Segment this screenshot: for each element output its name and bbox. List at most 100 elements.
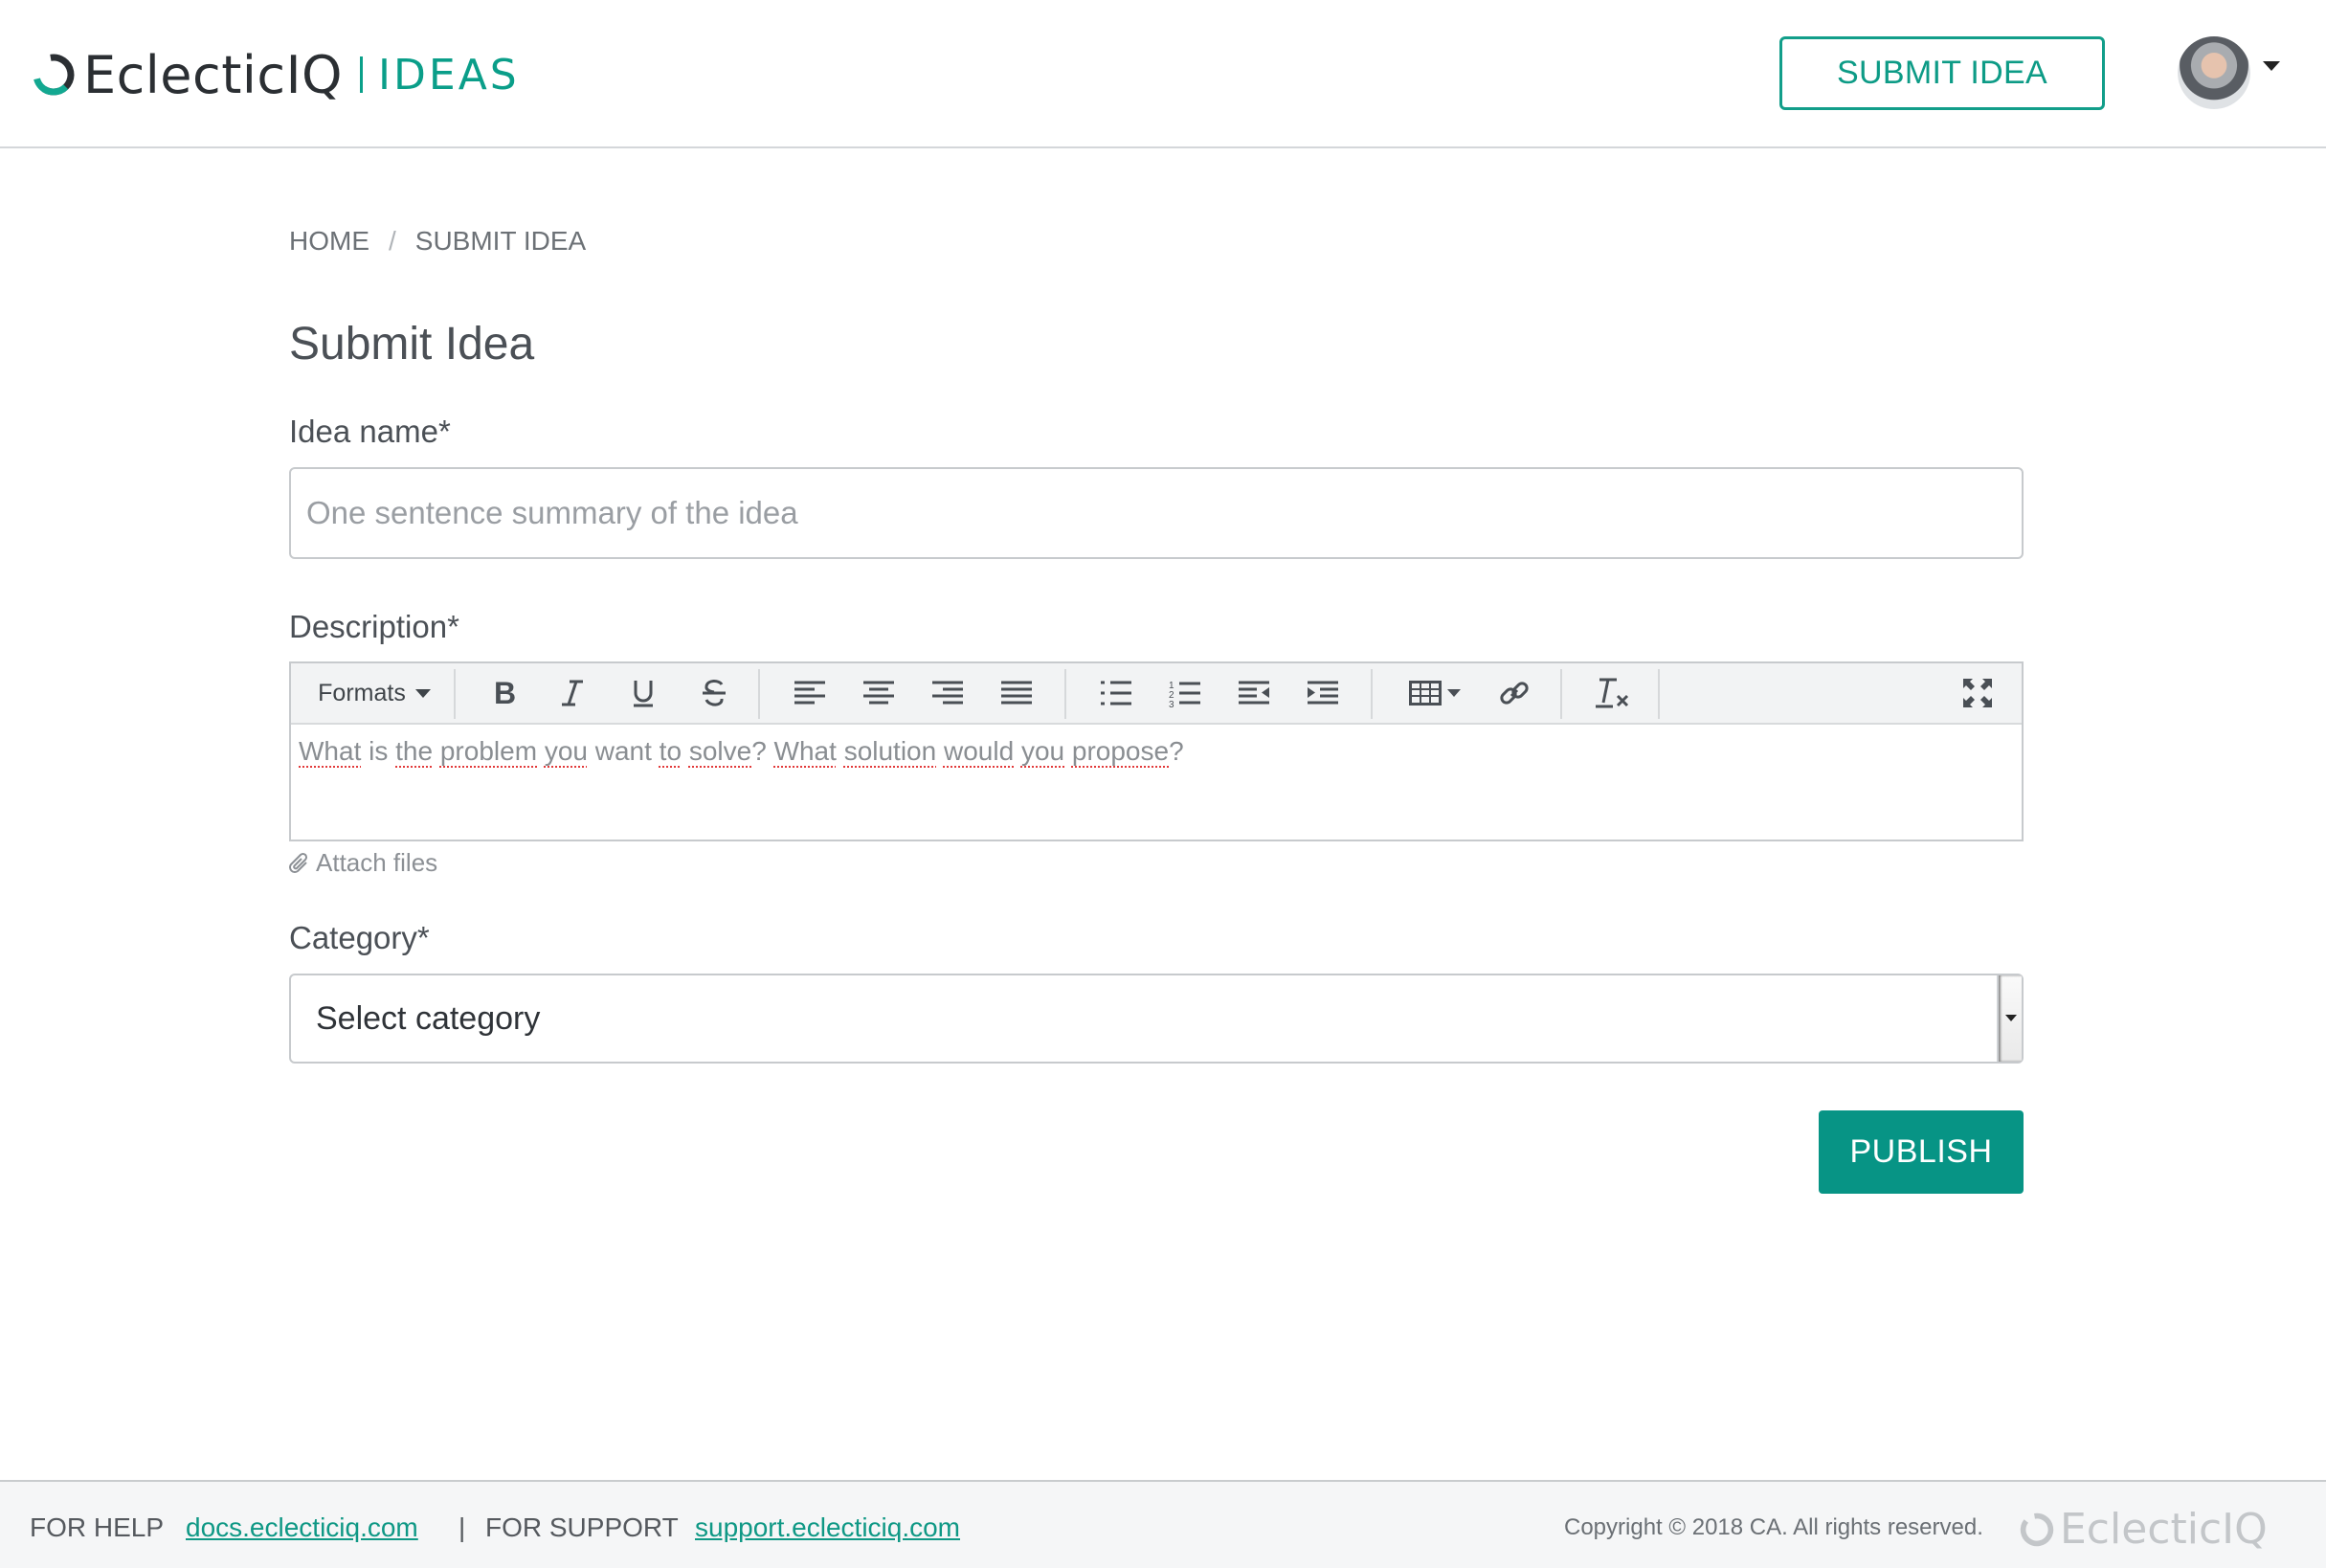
link-button[interactable] xyxy=(1493,671,1535,715)
publish-button[interactable]: PUBLISH xyxy=(1819,1110,2024,1194)
breadcrumb: HOME / SUBMIT IDEA xyxy=(289,226,586,257)
placeholder-word: you xyxy=(1020,736,1065,766)
eclecticiq-logo-icon xyxy=(2020,1512,2054,1546)
description-label: Description* xyxy=(289,609,459,644)
indent-icon xyxy=(1308,681,1338,705)
formats-dropdown[interactable]: Formats xyxy=(304,671,444,715)
brand-name: EclecticIQ xyxy=(83,44,344,105)
placeholder-text: ? xyxy=(1169,736,1184,766)
placeholder-text xyxy=(682,736,689,766)
idea-name-input[interactable]: One sentence summary of the idea xyxy=(289,467,2024,559)
logo-divider xyxy=(360,56,364,93)
strikethrough-icon xyxy=(703,680,726,706)
outdent-icon xyxy=(1239,681,1269,705)
indent-button[interactable] xyxy=(1302,671,1344,715)
strikethrough-button[interactable] xyxy=(693,671,735,715)
placeholder-text: is xyxy=(361,736,396,766)
align-center-button[interactable] xyxy=(858,671,900,715)
placeholder-word: you xyxy=(544,736,588,766)
toolbar-divider xyxy=(1658,669,1660,719)
bullet-list-icon xyxy=(1101,681,1131,706)
clear-formatting-button[interactable] xyxy=(1589,671,1637,715)
placeholder-word: solve xyxy=(688,736,752,766)
numbered-list-icon: 123 xyxy=(1169,681,1200,707)
footer-docs-link[interactable]: docs.eclecticiq.com xyxy=(186,1512,418,1543)
align-right-button[interactable] xyxy=(927,671,969,715)
toolbar-divider xyxy=(1371,669,1373,719)
placeholder-word: problem xyxy=(439,736,538,766)
table-icon xyxy=(1409,681,1442,706)
bullet-list-button[interactable] xyxy=(1095,671,1137,715)
chevron-down-icon xyxy=(1447,689,1461,697)
paperclip-icon xyxy=(289,852,308,873)
outdent-button[interactable] xyxy=(1233,671,1275,715)
editor-toolbar: Formats B 1 2 3 xyxy=(291,663,2022,725)
idea-name-label: Idea name* xyxy=(289,414,451,449)
breadcrumb-home[interactable]: HOME xyxy=(289,226,369,257)
italic-icon xyxy=(562,680,583,706)
idea-name-placeholder: One sentence summary of the idea xyxy=(306,495,798,530)
toolbar-divider xyxy=(1064,669,1066,719)
fullscreen-icon xyxy=(1963,679,1992,707)
footer-logo: EclecticIQ xyxy=(2018,1505,2268,1554)
footer-help-label: FOR HELP xyxy=(30,1512,165,1542)
align-justify-button[interactable] xyxy=(995,671,1038,715)
footer: FOR HELP docs.eclecticiq.com | FOR SUPPO… xyxy=(0,1480,2326,1568)
table-button[interactable] xyxy=(1401,671,1468,715)
placeholder-text xyxy=(1014,736,1021,766)
eclecticiq-logo-icon xyxy=(33,54,75,96)
formats-label: Formats xyxy=(318,679,406,706)
description-textarea[interactable]: What is the problem you want to solve? W… xyxy=(291,725,2022,778)
description-editor: Formats B 1 2 3 What is the problem you … xyxy=(289,661,2024,841)
footer-divider: | xyxy=(458,1512,466,1542)
italic-button[interactable] xyxy=(551,671,593,715)
footer-brand-name: EclecticIQ xyxy=(2060,1505,2268,1554)
link-icon xyxy=(1500,682,1529,705)
placeholder-text xyxy=(1064,736,1072,766)
placeholder-word: the xyxy=(395,736,434,766)
placeholder-word: solution xyxy=(843,736,937,766)
app-name: IDEAS xyxy=(378,50,520,100)
category-label: Category* xyxy=(289,920,430,955)
svg-text:B: B xyxy=(494,678,516,708)
toolbar-divider xyxy=(758,669,760,719)
svg-text:3: 3 xyxy=(1169,700,1174,707)
category-selected-value: Select category xyxy=(316,999,541,1037)
chevron-down-icon xyxy=(414,688,431,698)
placeholder-word: propose xyxy=(1071,736,1170,766)
bold-button[interactable]: B xyxy=(482,671,525,715)
footer-copyright: Copyright © 2018 CA. All rights reserved… xyxy=(1564,1514,1983,1540)
align-left-icon xyxy=(794,681,825,705)
placeholder-word: What xyxy=(299,736,362,766)
placeholder-text: ? xyxy=(751,736,774,766)
breadcrumb-separator: / xyxy=(389,226,396,256)
fullscreen-button[interactable] xyxy=(1957,671,1999,715)
align-justify-icon xyxy=(1001,681,1032,705)
page-title: Submit Idea xyxy=(289,319,535,370)
header-submit-idea-button[interactable]: SUBMIT IDEA xyxy=(1779,36,2105,110)
breadcrumb-current: SUBMIT IDEA xyxy=(414,226,587,256)
app-logo[interactable]: EclecticIQ IDEAS xyxy=(30,44,520,105)
placeholder-word: to xyxy=(659,736,682,766)
underline-icon xyxy=(634,681,653,707)
category-select[interactable]: Select category xyxy=(289,974,2024,1064)
align-right-icon xyxy=(932,681,963,705)
placeholder-word: would xyxy=(943,736,1015,766)
toolbar-divider xyxy=(454,669,456,719)
top-header: EclecticIQ IDEAS SUBMIT IDEA xyxy=(0,0,2326,148)
attach-files-link[interactable]: Attach files xyxy=(289,848,437,878)
bold-icon: B xyxy=(494,678,516,708)
placeholder-text xyxy=(537,736,545,766)
placeholder-text xyxy=(936,736,944,766)
placeholder-text xyxy=(837,736,844,766)
footer-support-link[interactable]: support.eclecticiq.com xyxy=(695,1512,960,1543)
user-avatar[interactable] xyxy=(2178,36,2250,109)
underline-button[interactable] xyxy=(622,671,664,715)
numbered-list-button[interactable]: 123 xyxy=(1164,671,1206,715)
placeholder-text xyxy=(433,736,440,766)
dropdown-arrow-icon[interactable] xyxy=(1997,975,2022,1062)
placeholder-text: want xyxy=(587,736,660,766)
user-menu-caret-icon[interactable] xyxy=(2263,61,2280,71)
placeholder-word: What xyxy=(773,736,837,766)
align-left-button[interactable] xyxy=(789,671,831,715)
